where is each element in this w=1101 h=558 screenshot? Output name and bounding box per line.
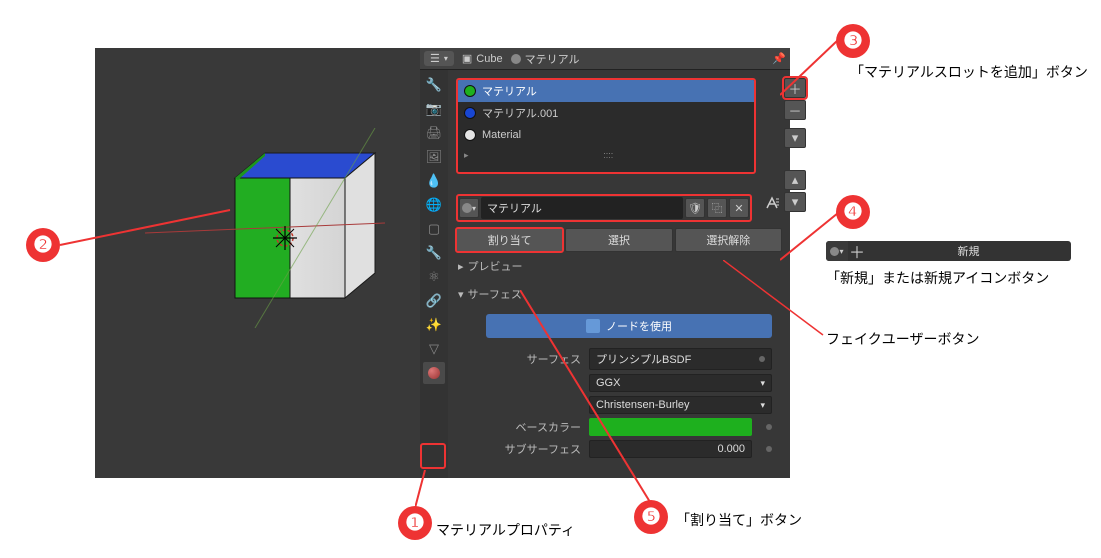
material-slot-name: Material — [482, 129, 521, 141]
tab-world[interactable]: 🌐 — [423, 194, 445, 216]
annotation-line-2 — [60, 210, 260, 260]
cube-icon: ▣ — [462, 52, 472, 65]
material-browse-button[interactable]: ▾ — [459, 198, 479, 218]
properties-tabs: 🔧 📷 🖨 🖼 💧 🌐 ▢ 🔧 ⚛ 🔗 ✨ ▽ — [420, 70, 448, 478]
tab-tool[interactable]: 🔧 — [423, 74, 445, 96]
new-material-panel: ▾ ＋ 新規 — [826, 241, 1071, 261]
linkdot — [766, 446, 772, 452]
deselect-button[interactable]: 選択解除 — [675, 228, 782, 252]
annotation-label-4b: フェイクユーザーボタン — [826, 329, 979, 349]
tab-physics[interactable]: ⚛ — [423, 266, 445, 288]
annotation-line-5 — [520, 290, 660, 510]
tab-scene[interactable]: 💧 — [423, 170, 445, 192]
annotation-label-5: 「割り当て」ボタン — [676, 510, 802, 530]
breadcrumb-object[interactable]: ▣ Cube — [462, 52, 503, 65]
unlink-material-button[interactable]: ✕ — [729, 198, 749, 218]
object-name: Cube — [476, 53, 502, 65]
tab-modifier[interactable]: 🔧 — [423, 242, 445, 264]
section-label: プレビュー — [468, 258, 523, 274]
tab-object[interactable]: ▢ — [423, 218, 445, 240]
linkdot — [759, 356, 765, 362]
tab-viewlayer[interactable]: 🖼 — [423, 146, 445, 168]
tab-constraint[interactable]: 🔗 — [423, 290, 445, 312]
tab-render[interactable]: 📷 — [423, 98, 445, 120]
highlight-material-tab — [420, 443, 446, 469]
annotation-label-4a: 「新規」または新規アイコンボタン — [826, 268, 1049, 288]
move-slot-down-button[interactable]: ▾ — [784, 192, 806, 212]
breadcrumb-material[interactable]: マテリアル — [511, 51, 580, 67]
material-swatch-icon — [464, 85, 476, 97]
material-slot-name: マテリアル.001 — [482, 105, 558, 121]
tab-particle[interactable]: ✨ — [423, 314, 445, 336]
annotation-badge-4: ❹ — [836, 195, 870, 229]
material-slot[interactable]: マテリアル — [458, 80, 754, 102]
assign-row: 割り当て 選択 選択解除 — [456, 228, 782, 252]
cursor-3d — [273, 226, 297, 250]
material-name-field[interactable]: マテリアル — [481, 197, 683, 219]
material-swatch-icon — [464, 129, 476, 141]
plus-icon: ＋ — [848, 241, 866, 261]
move-slot-up-button[interactable]: ▴ — [784, 170, 806, 190]
material-name-header: マテリアル — [525, 51, 580, 67]
material-name-text: マテリアル — [487, 200, 542, 216]
section-label: サーフェス — [468, 286, 522, 302]
linkdot — [766, 424, 772, 430]
editor-type-selector[interactable]: ☰▾ — [424, 51, 454, 66]
new-button[interactable]: 新規 — [866, 243, 1071, 259]
new-material-button[interactable]: ⿻ — [707, 198, 727, 218]
annotation-badge-1: ❶ — [398, 506, 432, 540]
annotation-line-3 — [780, 40, 850, 100]
material-slot[interactable]: マテリアル.001 — [458, 102, 754, 124]
material-slot-name: マテリアル — [482, 83, 537, 99]
annotation-line-1 — [415, 470, 435, 510]
fake-user-button[interactable]: 🛡 — [685, 198, 705, 218]
assign-button[interactable]: 割り当て — [456, 228, 563, 252]
grip-icon[interactable]: :::: — [603, 150, 613, 161]
chevron-right-icon: ▸ — [458, 260, 464, 273]
sphere-icon — [462, 203, 472, 213]
annotation-label-1: マテリアルプロパティ — [436, 520, 575, 540]
select-button[interactable]: 選択 — [565, 228, 672, 252]
annotation-line-4 — [780, 210, 840, 262]
material-slot-list[interactable]: マテリアル マテリアル.001 Material ▸:::: — [456, 78, 756, 174]
annotation-line-fake — [723, 260, 843, 340]
material-slot[interactable]: Material — [458, 124, 754, 146]
chevron-down-icon: ▾ — [458, 288, 464, 301]
viewport-3d[interactable] — [95, 48, 420, 478]
editor-icon: ☰ — [430, 52, 440, 65]
material-swatch-icon — [464, 107, 476, 119]
material-sphere-icon — [428, 367, 440, 379]
expand-icon[interactable]: ▸ — [464, 150, 469, 161]
tab-material[interactable] — [423, 362, 445, 384]
sphere-icon — [511, 54, 521, 64]
annotation-label-3: 「マテリアルスロットを追加」ボタン — [850, 62, 1088, 82]
annotation-badge-2: ❷ — [26, 228, 60, 262]
properties-header: ☰▾ ▣ Cube マテリアル 📌 — [420, 48, 790, 70]
tab-output[interactable]: 🖨 — [423, 122, 445, 144]
remove-slot-button[interactable]: － — [784, 100, 806, 120]
slot-extras-button[interactable]: ▾ — [784, 128, 806, 148]
tab-mesh[interactable]: ▽ — [423, 338, 445, 360]
material-context-menu[interactable] — [762, 193, 782, 213]
